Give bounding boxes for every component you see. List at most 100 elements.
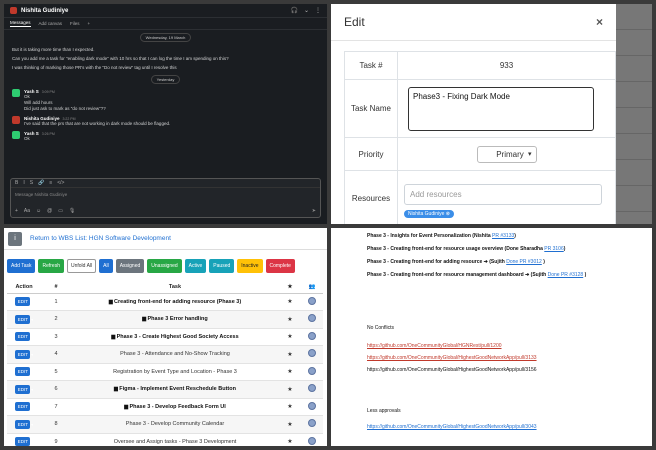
chevron-down-icon[interactable]: ▾ [30, 387, 33, 392]
task-name-cell[interactable]: Phase 3 - Develop Community Calendar [71, 415, 279, 434]
filter-button[interactable]: Unassigned [147, 259, 182, 273]
return-link[interactable]: Return to WBS List: HGN Software Develop… [30, 235, 171, 242]
chevron-down-icon[interactable]: ▾ [30, 299, 33, 304]
resource-avatar[interactable] [308, 436, 316, 445]
resources-input[interactable]: Add resources [404, 183, 602, 205]
chevron-down-icon[interactable]: ⌄ [304, 7, 309, 14]
tab-add-canvas[interactable]: Add canvas [39, 21, 63, 26]
edit-button[interactable]: EDIT [14, 297, 31, 307]
font-icon[interactable]: Aa [24, 208, 30, 214]
pr-link[interactable]: Done PR #3128 [548, 272, 584, 278]
tab-files[interactable]: Files [70, 21, 80, 26]
message-input[interactable]: Message Nishita Gudiniye [11, 188, 320, 201]
italic-icon[interactable]: I [23, 180, 24, 186]
edit-button[interactable]: EDIT [14, 332, 31, 342]
edit-button[interactable]: EDIT [14, 349, 31, 359]
task-name-cell[interactable]: Oversee and Assign tasks - Phase 3 Devel… [71, 433, 279, 446]
pr-link[interactable]: Done PR #3012 [506, 259, 542, 265]
task-name-cell[interactable]: Phase 3 - Attendance and No-Show Trackin… [71, 345, 279, 364]
filter-button[interactable]: Inactive [237, 259, 263, 273]
pr-url-link[interactable]: https://github.com/OneCommunityGlobal/HG… [367, 343, 502, 349]
resource-avatar[interactable] [308, 401, 316, 410]
priority-cell: ★ [279, 293, 301, 311]
resource-avatar[interactable] [308, 349, 316, 358]
filter-button[interactable]: Complete [265, 259, 295, 273]
task-number: 8 [41, 415, 71, 434]
task-name: Phase 3 - Develop Community Calendar [125, 421, 225, 428]
avatar[interactable] [12, 131, 20, 139]
resource-avatar[interactable] [308, 296, 316, 305]
task-name: Creating front-end for adding resource (… [114, 298, 242, 305]
filter-button[interactable]: Paused [209, 259, 235, 273]
plus-icon[interactable]: + [15, 208, 18, 214]
chevron-down-icon[interactable]: ▾ [30, 334, 33, 339]
chevron-down-icon[interactable]: ▾ [30, 369, 33, 374]
filter-button[interactable]: Assigned [115, 259, 145, 273]
headphones-icon[interactable]: 🎧 [290, 7, 297, 14]
pr-url-link[interactable]: https://github.com/OneCommunityGlobal/Hi… [367, 424, 537, 430]
task-name-cell[interactable]: ▆ Phase 3 - Develop Feedback Form UI [71, 398, 279, 416]
add-tab-icon[interactable]: + [88, 21, 91, 26]
pr-link[interactable]: PR 3106 [544, 246, 563, 252]
filter-button[interactable]: Add Task [7, 259, 36, 273]
pr-link[interactable]: PR #3133 [492, 233, 514, 239]
resource-avatar[interactable] [308, 419, 316, 428]
strike-icon[interactable]: S [30, 180, 33, 186]
code-icon[interactable]: </> [57, 180, 64, 186]
pr-url-link[interactable]: https://github.com/OneCommunityGlobal/Hi… [367, 355, 537, 361]
message-composer[interactable]: B I S 🔗 ≡ </> Message Nishita Gudiniye +… [10, 178, 321, 218]
chevron-down-icon[interactable]: ▾ [30, 317, 33, 322]
emoji-icon[interactable]: ☺ [36, 208, 41, 214]
chevron-down-icon[interactable]: ▾ [30, 404, 33, 409]
close-icon[interactable]: × [596, 15, 603, 29]
task-name-cell[interactable]: ▆ Phase 3 Error handling [71, 310, 279, 329]
mic-icon[interactable]: 🎙 [69, 208, 75, 214]
filter-button[interactable]: Unfold All [67, 259, 97, 273]
task-name-cell[interactable]: ▆ Figma - Implement Event Reschedule But… [71, 380, 279, 399]
info-icon[interactable]: i [8, 231, 22, 246]
resource-chip[interactable]: Nishita Gudiniye ⊗ [404, 209, 454, 218]
chevron-down-icon[interactable]: ▾ [30, 439, 33, 444]
edit-button[interactable]: EDIT [14, 384, 31, 394]
task-name: Phase 3 Error handling [147, 316, 208, 323]
bold-icon[interactable]: B [15, 180, 18, 186]
list-icon[interactable]: ≡ [49, 180, 52, 186]
edit-button[interactable]: EDIT [14, 419, 31, 429]
send-icon[interactable]: ➤ [312, 208, 316, 214]
contact-name[interactable]: Nishita Gudiniye [21, 8, 68, 14]
remove-icon[interactable]: ⊗ [446, 211, 450, 217]
resource-avatar[interactable] [308, 384, 316, 393]
task-name-cell[interactable]: ▆ Creating front-end for adding resource… [71, 293, 279, 311]
background-cell [616, 186, 652, 212]
more-icon[interactable]: ⋮ [315, 7, 321, 14]
resources-cell [301, 345, 323, 364]
chevron-down-icon[interactable]: ▾ [30, 422, 33, 427]
resource-avatar[interactable] [308, 314, 316, 323]
star-icon: ★ [287, 316, 293, 323]
priority-cell: ★ [279, 310, 301, 329]
filter-button[interactable]: All [99, 259, 113, 273]
task-name-cell[interactable]: ▆ Phase 3 - Create Highest Good Society … [71, 328, 279, 346]
chevron-down-icon[interactable]: ▾ [30, 352, 33, 357]
edit-button[interactable]: EDIT [14, 402, 31, 412]
pr-url-text[interactable]: https://github.com/OneCommunityGlobal/Hi… [367, 367, 537, 373]
mention-icon[interactable]: @ [47, 208, 52, 214]
edit-button[interactable]: EDIT [14, 437, 31, 446]
filter-button[interactable]: Active [184, 259, 207, 273]
resources-cell [301, 398, 323, 416]
edit-button[interactable]: EDIT [14, 314, 31, 324]
task-name-cell[interactable]: Registration by Event Type and Location … [71, 363, 279, 381]
priority-select[interactable]: Primary [476, 145, 537, 163]
task-name-field[interactable]: Phase3 - Fixing Dark Mode [408, 86, 594, 131]
avatar[interactable] [12, 116, 20, 124]
tab-messages[interactable]: Messages [10, 20, 31, 27]
link-icon[interactable]: 🔗 [38, 180, 44, 186]
video-icon[interactable]: ▭ [58, 208, 63, 214]
edit-button[interactable]: EDIT [14, 367, 31, 377]
message-time: 3:26 PM [41, 132, 55, 136]
action-cell: EDIT ▾ [7, 415, 41, 434]
resource-avatar[interactable] [308, 331, 316, 340]
filter-button[interactable]: Refresh [38, 259, 64, 273]
avatar[interactable] [12, 89, 20, 97]
resource-avatar[interactable] [308, 366, 316, 375]
